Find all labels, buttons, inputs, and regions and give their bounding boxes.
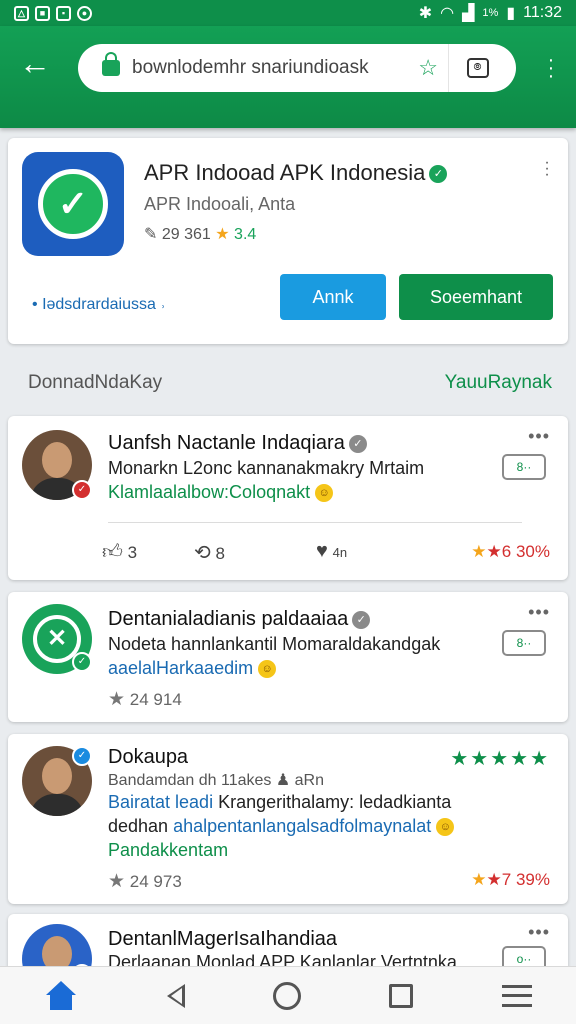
- app-card: ✓ APR Indoоad APK Indonesia ✓ APR Indooal…: [8, 138, 568, 344]
- status-bar: △ ■ ▪ ● ✱ ◠ ▟ 1% ▮ 11:32: [0, 0, 576, 26]
- review-text: Pandakkentam: [108, 840, 229, 860]
- star-icon: ★: [471, 870, 487, 889]
- badge-icon: ✓: [72, 652, 92, 672]
- battery-level: 1%: [482, 7, 499, 19]
- review-rating: ★ 24 914: [108, 689, 182, 710]
- reviewer-name: Dentanialadianis paldaaiaa ✓: [108, 608, 371, 631]
- section-action-link[interactable]: YauuRaynak: [445, 372, 552, 394]
- reply-chip-icon[interactable]: 8··: [502, 630, 546, 656]
- verified-badge-icon: ✓: [72, 746, 92, 766]
- reviewer-name: Dokaupa: [108, 746, 189, 768]
- overflow-menu-icon[interactable]: · · ·: [546, 50, 556, 86]
- star-icon: ★: [215, 226, 230, 243]
- tab-switcher-button[interactable]: ⦾: [448, 44, 506, 92]
- verified-icon: ✓: [352, 610, 371, 629]
- install-button[interactable]: Soeemhant: [399, 274, 553, 320]
- recents-icon[interactable]: [389, 983, 414, 1008]
- bottom-navigation: [0, 966, 576, 1024]
- download-count: 29 361: [161, 226, 211, 243]
- review-card: ✓ Dokaupa ★★★★★ Bandamdan dh 11akes ♟ aR…: [8, 734, 568, 904]
- app-title: APR Indoоad APK Indonesia ✓: [144, 160, 448, 186]
- menu-icon[interactable]: [501, 984, 532, 1007]
- primary-action-button[interactable]: Annk: [280, 274, 386, 320]
- reply-chip-icon[interactable]: 8··: [502, 454, 546, 480]
- share-button[interactable]: ⟲ 8: [194, 540, 225, 565]
- notification-icon: △: [14, 5, 29, 21]
- review-text: Nodeta hannlankantil Momaraldakandgak: [108, 634, 441, 654]
- review-meta: Bandamdan dh 11akes ♟ aRn: [108, 772, 324, 789]
- home-circle-icon[interactable]: [272, 981, 301, 1010]
- notification-icon: ●: [77, 5, 92, 21]
- like-button[interactable]: 👍︎ 3: [102, 540, 137, 564]
- notification-icon: ▪: [56, 5, 71, 21]
- notification-icons: △ ■ ▪ ●: [14, 5, 92, 21]
- more-options-icon[interactable]: •••: [528, 602, 550, 623]
- person-icon: ♟: [275, 772, 291, 789]
- reviewer-name: DentanlMagerIsaIhandiaa: [108, 928, 338, 950]
- url-text[interactable]: bownlodemhr snariundioask: [132, 57, 418, 79]
- tab-count-icon: ⦾: [466, 58, 489, 78]
- review-text: Bairatat leadi Krangerithalamy: ledadkia…: [108, 792, 452, 812]
- bluetooth-icon: ✱: [418, 5, 433, 22]
- review-text: aaelalHarkaaedim ☺: [108, 658, 277, 679]
- review-card: ✓ Uanfsh Nactanle Indaqiara ✓ Monarkn L2o…: [8, 416, 568, 580]
- heart-icon: ♥: [316, 540, 328, 562]
- review-score: ★★7 39%: [471, 870, 550, 889]
- rating-stars: ★★★★★: [450, 748, 550, 770]
- app-link[interactable]: • Iədsdrardaiussa ˒: [32, 296, 166, 314]
- emoji-icon: ☺: [315, 484, 334, 503]
- review-card: ✕ ✓ Dentanialadianis paldaaiaa ✓ Nodeta h…: [8, 592, 568, 722]
- review-rating: ★ 24 973: [108, 871, 182, 892]
- bookmark-star-icon[interactable]: ☆: [418, 55, 438, 81]
- reviewer-name: Uanfsh Nactanle Indaqiara ✓: [108, 432, 367, 455]
- more-options-icon[interactable]: •••: [528, 922, 550, 943]
- more-options-icon[interactable]: · · ·: [544, 155, 550, 183]
- emoji-icon: ☺: [436, 818, 455, 837]
- clock: 11:32: [523, 4, 562, 21]
- app-rating: 3.4: [234, 226, 257, 243]
- whatsapp-logo-icon: ✓: [38, 169, 108, 239]
- verified-icon: ✓: [348, 434, 367, 453]
- app-stats: ✎ 29 361 ★ 3.4: [144, 224, 256, 244]
- lock-icon: [102, 52, 120, 76]
- star-icon: ★: [471, 542, 487, 561]
- star-icon: ★: [108, 689, 126, 710]
- caret-icon: ˒: [160, 296, 166, 313]
- app-developer: APR Indooali, Anta: [144, 194, 296, 214]
- comment-icon: ✎: [144, 226, 158, 243]
- star-icon: ★: [486, 542, 502, 561]
- review-score: ★★6 30%: [471, 542, 550, 561]
- address-bar[interactable]: bownlodemhr snariundioask ☆ ⦾: [78, 44, 516, 92]
- verified-icon: ✓: [429, 165, 448, 184]
- notification-icon: ■: [35, 5, 50, 21]
- repost-icon: ⟲: [194, 542, 211, 564]
- emoji-icon: ☺: [258, 660, 277, 679]
- browser-toolbar: ← bownlodemhr snariundioask ☆ ⦾ · · ·: [0, 26, 576, 128]
- badge-icon: ✓: [72, 480, 92, 500]
- more-options-icon[interactable]: •••: [528, 426, 550, 447]
- review-text: Monarkn L2onc kannanakmakry Mrtaim: [108, 458, 425, 478]
- back-icon[interactable]: [166, 983, 185, 1008]
- review-text: dedhan ahalpentanlangalsadfolmaynalat ☺: [108, 816, 455, 837]
- review-text: Klamlaalalbow:Coloqnakt ☺: [108, 482, 334, 503]
- heart-button[interactable]: ♥ 4n: [316, 540, 347, 563]
- app-icon: ✓: [22, 152, 124, 256]
- wifi-icon: ◠: [440, 5, 455, 22]
- home-icon[interactable]: [44, 980, 78, 1011]
- section-title: DonnadNdaKay: [28, 372, 163, 393]
- star-icon: ★: [486, 870, 502, 889]
- divider: [108, 522, 522, 523]
- back-arrow-icon[interactable]: ←: [18, 47, 52, 82]
- bullet-icon: •: [32, 296, 38, 313]
- star-icon: ★: [108, 871, 126, 892]
- battery-icon: ▮: [506, 5, 516, 22]
- thumbs-up-icon: 👍︎: [102, 541, 123, 563]
- signal-icon: ▟: [462, 5, 475, 22]
